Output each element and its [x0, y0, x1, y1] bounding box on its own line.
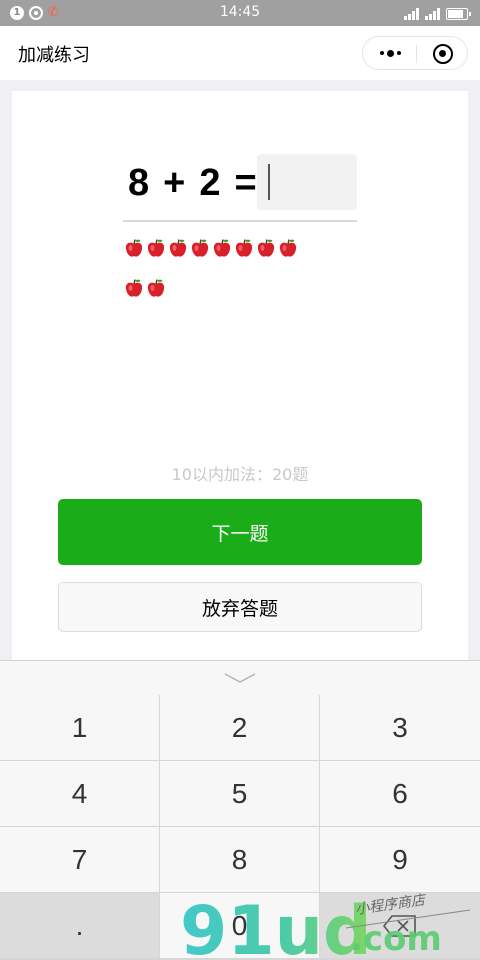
apple-row-1 [124, 238, 298, 258]
screen: 1 ✆ 14:45 加减练习 8 + 2 = 10以内加法：20题 下一题 放弃… [0, 0, 480, 960]
key-3[interactable]: 3 [320, 695, 480, 760]
apple-icon [212, 238, 232, 258]
key-5[interactable]: 5 [160, 761, 319, 826]
answer-input[interactable] [257, 154, 357, 210]
more-icon[interactable] [377, 37, 403, 69]
status-right-icons [404, 6, 471, 20]
equation-underline [123, 220, 357, 222]
key-7[interactable]: 7 [0, 827, 159, 892]
key-4[interactable]: 4 [0, 761, 159, 826]
equals-sign: = [234, 161, 257, 204]
backspace-icon [383, 914, 416, 937]
keyboard-collapse-button[interactable] [0, 661, 480, 695]
apple-icon [190, 238, 210, 258]
capsule-divider [416, 45, 417, 63]
numeric-keyboard: 123 456 789.0 [0, 660, 480, 960]
key-6[interactable]: 6 [320, 761, 480, 826]
apple-row-2 [124, 278, 166, 298]
apple-icon [234, 238, 254, 258]
key-9[interactable]: 9 [320, 827, 480, 892]
question-card: 8 + 2 = 10以内加法：20题 下一题 放弃答题 [12, 91, 468, 671]
apple-icon [278, 238, 298, 258]
key-1[interactable]: 1 [0, 695, 159, 760]
apple-icon [124, 278, 144, 298]
chevron-down-icon [224, 673, 256, 683]
apple-icon [146, 278, 166, 298]
signal-icon [404, 8, 419, 20]
key-8[interactable]: 8 [160, 827, 319, 892]
apple-icon [124, 238, 144, 258]
operand-b: 2 [199, 161, 221, 204]
apple-icon [256, 238, 276, 258]
mini-program-capsule [362, 36, 468, 70]
apple-icon [146, 238, 166, 258]
key-decimal[interactable]: . [0, 893, 159, 958]
operator: + [163, 161, 186, 204]
text-caret [268, 164, 270, 200]
status-bar: 1 ✆ 14:45 [0, 0, 480, 26]
apple-icon [168, 238, 188, 258]
key-2[interactable]: 2 [160, 695, 319, 760]
next-question-button[interactable]: 下一题 [58, 499, 422, 565]
page-title: 加减练习 [18, 45, 90, 66]
equation: 8 + 2 = [128, 155, 257, 211]
nav-bar: 加减练习 [0, 26, 480, 80]
close-mini-program-icon[interactable] [433, 44, 453, 64]
operand-a: 8 [128, 161, 150, 204]
signal-icon-2 [425, 8, 440, 20]
key-0[interactable]: 0 [160, 893, 319, 958]
battery-icon [446, 8, 471, 20]
give-up-button[interactable]: 放弃答题 [58, 582, 422, 632]
quiz-info: 10以内加法：20题 [171, 465, 309, 484]
key-backspace[interactable] [320, 893, 480, 958]
